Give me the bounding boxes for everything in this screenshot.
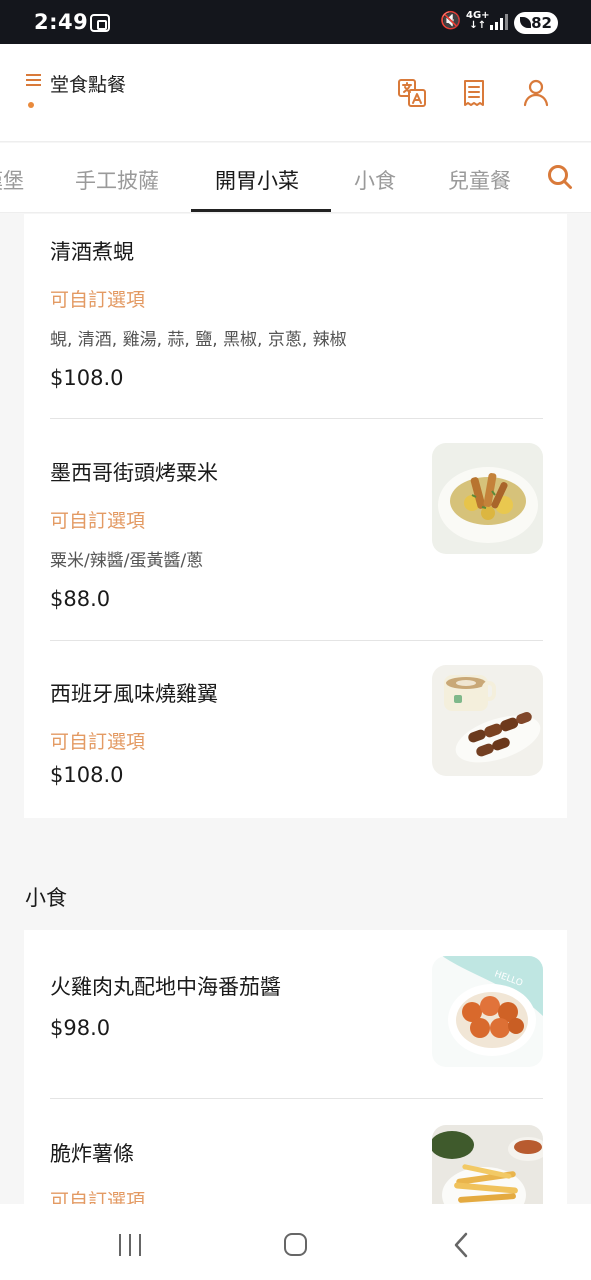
home-icon[interactable] xyxy=(284,1233,307,1256)
item-price: $108.0 xyxy=(50,366,124,390)
recents-icon[interactable] xyxy=(118,1234,142,1256)
page-title: 堂食點餐 xyxy=(50,74,127,96)
item-description: 粟米/辣醬/蛋黃醬/蔥 xyxy=(50,551,204,571)
snacks-card: 火雞肉丸配地中海番茄醬 $98.0 HELLO 脆炸薯條 可自訂選項 xyxy=(24,930,567,1204)
menu-item[interactable]: 火雞肉丸配地中海番茄醬 $98.0 HELLO xyxy=(50,930,543,1099)
item-option: 可自訂選項 xyxy=(50,1190,146,1204)
mute-icon: 🔇 xyxy=(440,11,462,31)
item-option: 可自訂選項 xyxy=(50,289,146,311)
menu-icon[interactable] xyxy=(26,74,41,87)
item-name: 火雞肉丸配地中海番茄醬 xyxy=(50,975,281,999)
chicken-wings-photo xyxy=(432,665,543,776)
tab-appetizers[interactable]: 開胃小菜 xyxy=(215,165,299,195)
fries-photo xyxy=(432,1125,543,1204)
screenshot-icon xyxy=(90,14,110,32)
item-price: $88.0 xyxy=(50,587,111,611)
grilled-corn-photo xyxy=(432,443,543,554)
item-name: 墨西哥街頭烤粟米 xyxy=(50,461,218,485)
notification-dot xyxy=(28,102,34,108)
menu-item[interactable]: 墨西哥街頭烤粟米 可自訂選項 粟米/辣醬/蛋黃醬/蔥 $88.0 xyxy=(50,419,543,634)
battery-level: 82 xyxy=(531,14,552,32)
menu-item[interactable]: 西班牙風味燒雞翼 可自訂選項 $108.0 xyxy=(50,641,543,818)
network-indicator: 4G+ ↓↑ xyxy=(466,11,490,31)
section-title: 小食 xyxy=(25,886,67,910)
category-tab-bar: 漢堡 手工披薩 開胃小菜 小食 兒童餐 xyxy=(0,143,591,213)
item-name: 清酒煮蜆 xyxy=(50,240,134,264)
appetizers-card: 清酒煮蜆 可自訂選項 蜆, 清酒, 雞湯, 蒜, 鹽, 黑椒, 京蔥, 辣椒 $… xyxy=(24,214,567,818)
active-tab-indicator xyxy=(191,209,331,212)
receipt-icon[interactable] xyxy=(459,78,489,108)
tab-kids-meal[interactable]: 兒童餐 xyxy=(448,165,511,195)
item-description: 蜆, 清酒, 雞湯, 蒜, 鹽, 黑椒, 京蔥, 辣椒 xyxy=(50,330,347,350)
battery-indicator: 82 xyxy=(514,12,558,34)
signal-icon xyxy=(490,14,508,30)
tab-pizza[interactable]: 手工披薩 xyxy=(75,165,159,195)
item-name: 脆炸薯條 xyxy=(50,1142,134,1166)
back-icon[interactable] xyxy=(453,1232,469,1258)
menu-item[interactable]: 脆炸薯條 可自訂選項 xyxy=(50,1099,543,1204)
item-name: 西班牙風味燒雞翼 xyxy=(50,682,218,706)
search-icon[interactable] xyxy=(546,163,574,191)
status-time: 2:49 xyxy=(34,10,89,34)
translate-icon[interactable] xyxy=(397,78,427,108)
menu-item[interactable]: 清酒煮蜆 可自訂選項 蜆, 清酒, 雞湯, 蒜, 鹽, 黑椒, 京蔥, 辣椒 $… xyxy=(50,214,543,404)
system-nav-bar xyxy=(0,1204,591,1280)
tab-burger[interactable]: 漢堡 xyxy=(0,165,24,195)
item-option: 可自訂選項 xyxy=(50,731,146,753)
item-price: $108.0 xyxy=(50,763,124,787)
item-option: 可自訂選項 xyxy=(50,510,146,532)
app-header: 堂食點餐 xyxy=(0,44,591,142)
user-icon[interactable] xyxy=(521,78,551,108)
tab-snacks[interactable]: 小食 xyxy=(354,165,396,195)
network-arrows: ↓↑ xyxy=(469,20,487,31)
menu-content: 清酒煮蜆 可自訂選項 蜆, 清酒, 雞湯, 蒜, 鹽, 黑椒, 京蔥, 辣椒 $… xyxy=(0,214,591,1204)
item-price: $98.0 xyxy=(50,1016,111,1040)
status-bar: 2:49 🔇 4G+ ↓↑ 82 xyxy=(0,0,591,44)
meatballs-photo: HELLO xyxy=(432,956,543,1067)
battery-saver-icon xyxy=(520,17,531,28)
